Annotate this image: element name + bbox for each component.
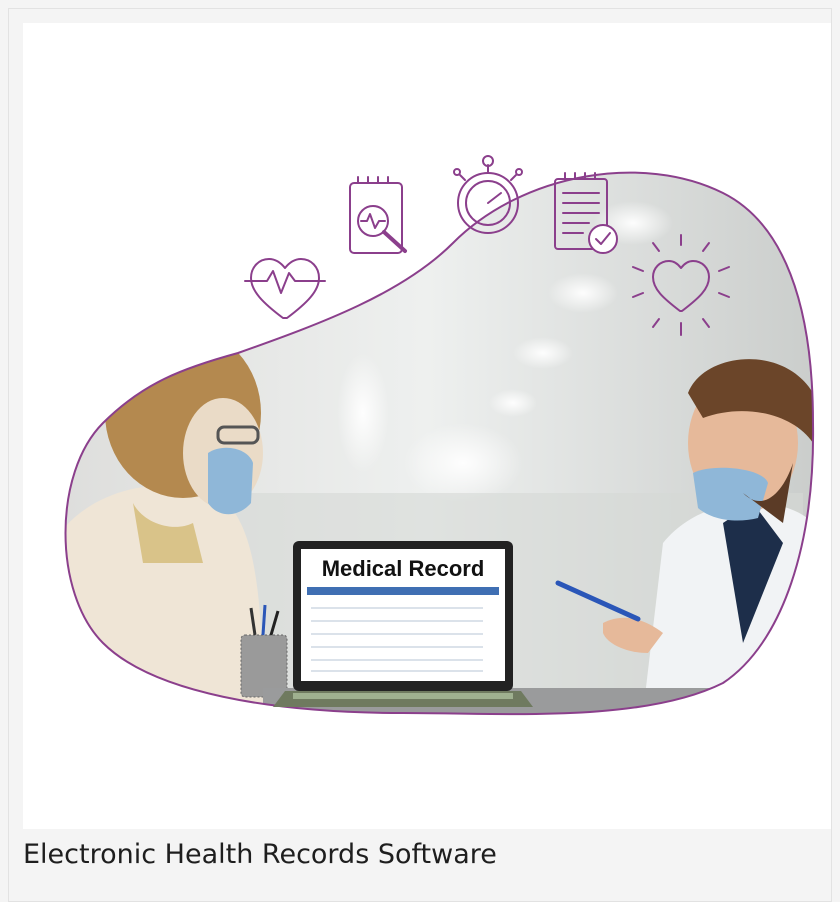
- product-image[interactable]: Medical Record: [23, 23, 831, 829]
- hero-illustration: Medical Record: [64, 155, 815, 716]
- laptop-screen-title: Medical Record: [322, 556, 485, 581]
- photo-scene: [65, 172, 814, 715]
- heartbeat-icon: [244, 258, 326, 319]
- product-card[interactable]: Medical Record Electronic Health Records…: [8, 8, 832, 902]
- product-caption[interactable]: Electronic Health Records Software: [23, 835, 823, 875]
- report-search-icon: [349, 176, 407, 254]
